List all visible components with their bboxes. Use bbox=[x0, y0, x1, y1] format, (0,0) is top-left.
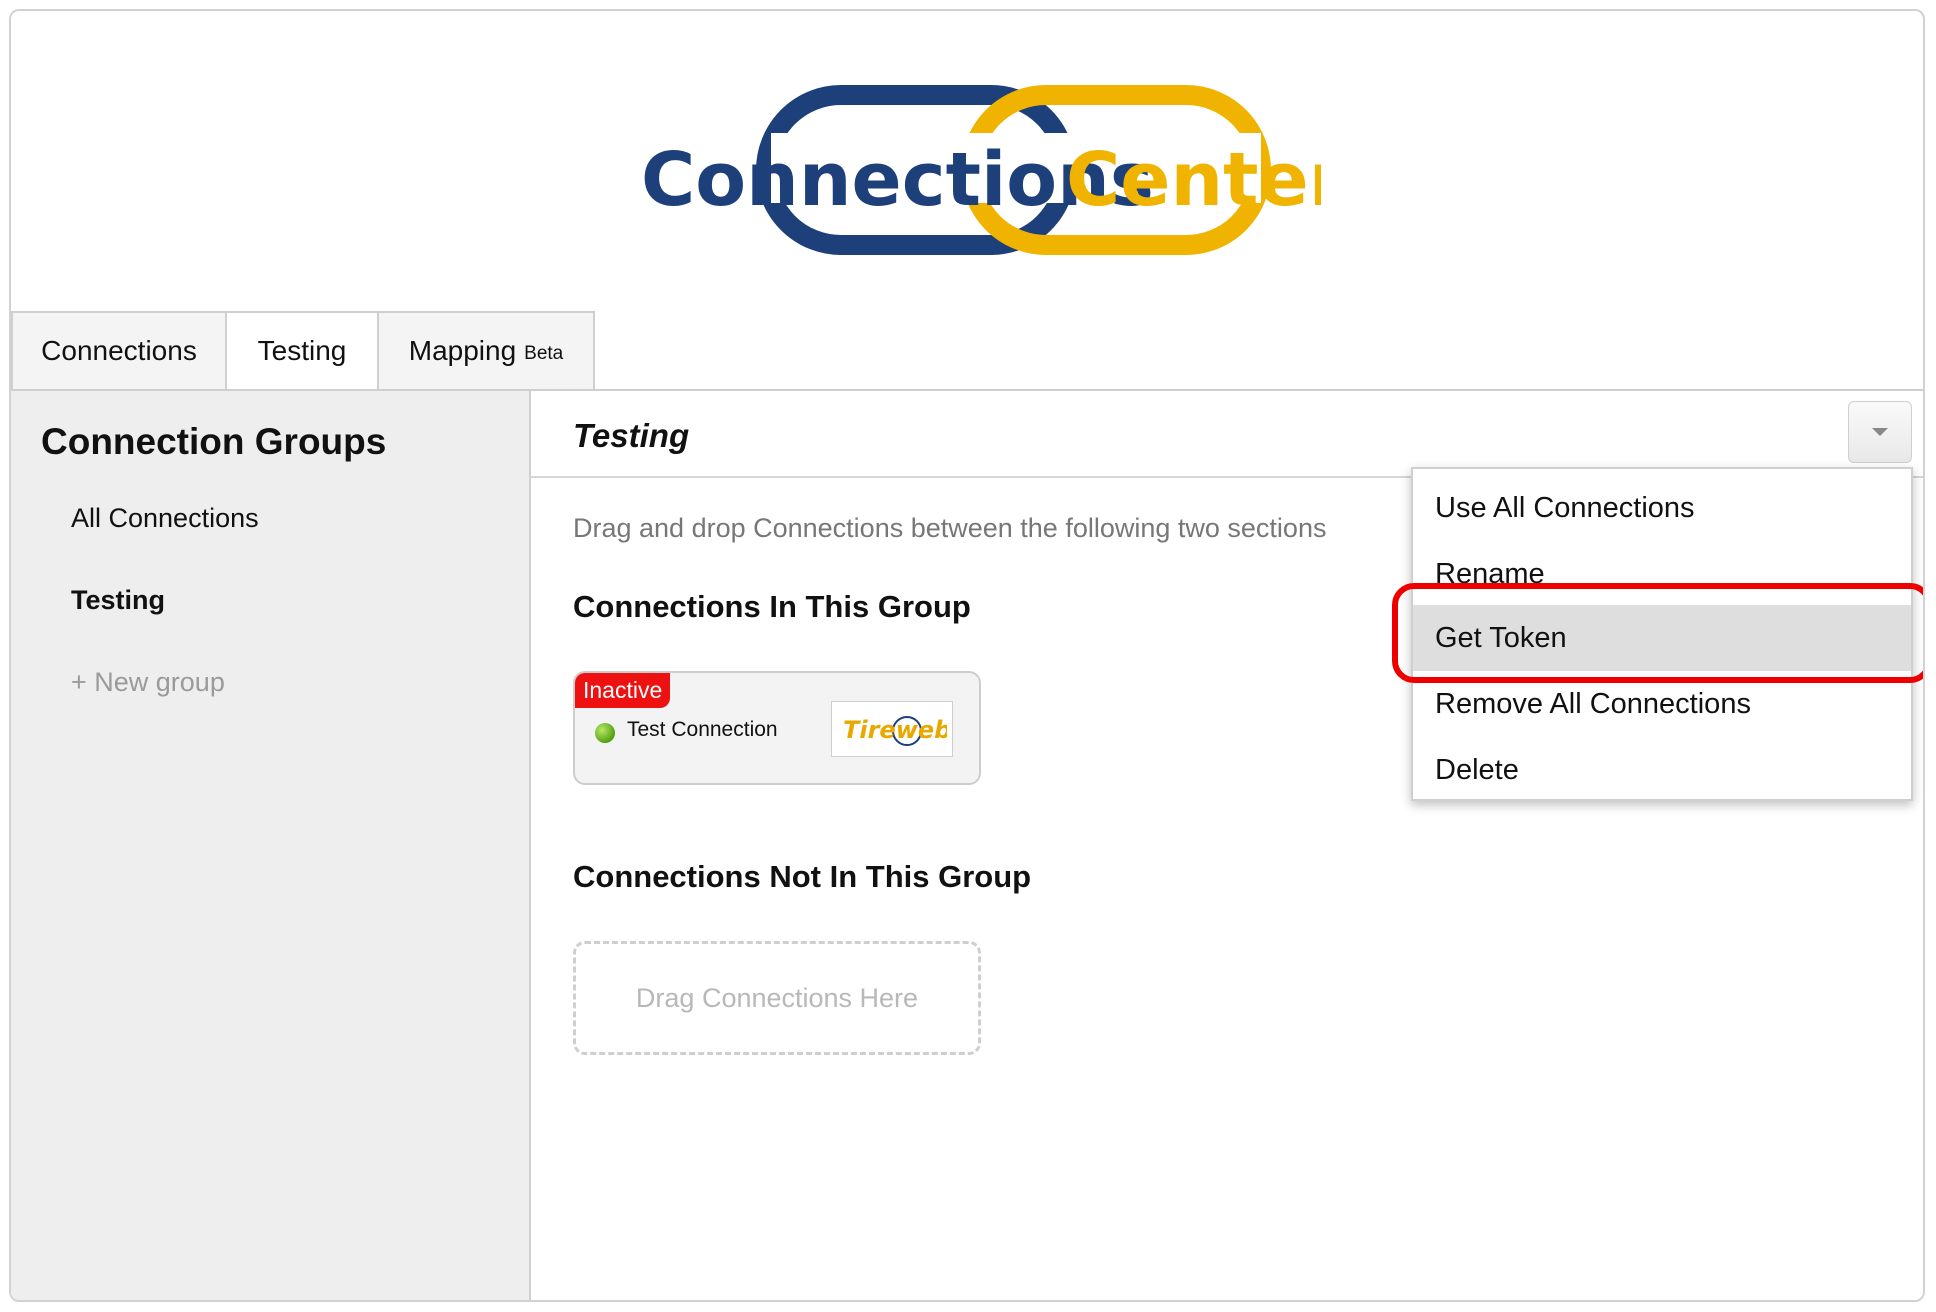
chevron-down-icon bbox=[1872, 428, 1888, 436]
menu-item-rename[interactable]: Rename bbox=[1413, 543, 1911, 605]
connection-card[interactable]: Inactive Test Connection Tireweb bbox=[573, 671, 981, 785]
group-title: Testing bbox=[573, 417, 690, 454]
connection-name: Test Connection bbox=[627, 718, 778, 741]
status-badge: Inactive bbox=[575, 673, 671, 708]
not-in-group-heading: Connections Not In This Group bbox=[573, 859, 1032, 894]
group-options-menu: Use All Connections Rename Get Token Rem… bbox=[1411, 467, 1913, 801]
drag-hint: Drag and drop Connections between the fo… bbox=[573, 513, 1327, 543]
group-options-dropdown-button[interactable] bbox=[1848, 401, 1912, 463]
sidebar-item-all-connections[interactable]: All Connections bbox=[71, 503, 259, 534]
new-group-link[interactable]: + New group bbox=[71, 667, 225, 698]
menu-item-remove-all-connections[interactable]: Remove All Connections bbox=[1413, 673, 1911, 735]
sidebar: Connection Groups All Connections Testin… bbox=[11, 391, 531, 1300]
main-tabs: Connections Testing Mapping Beta bbox=[11, 311, 595, 391]
sidebar-item-testing[interactable]: Testing bbox=[71, 585, 165, 616]
tab-mapping[interactable]: Mapping Beta bbox=[377, 311, 595, 389]
tab-testing[interactable]: Testing bbox=[225, 311, 379, 389]
connections-center-logo: Connections Center bbox=[641, 83, 1346, 263]
beta-badge: Beta bbox=[524, 343, 564, 364]
menu-item-get-token[interactable]: Get Token bbox=[1413, 605, 1911, 671]
menu-item-use-all-connections[interactable]: Use All Connections bbox=[1413, 477, 1911, 539]
in-group-heading: Connections In This Group bbox=[573, 589, 971, 624]
status-dot-icon bbox=[595, 723, 615, 743]
menu-item-delete[interactable]: Delete bbox=[1413, 739, 1911, 801]
svg-text:Tireweb: Tireweb bbox=[843, 716, 947, 744]
svg-text:Center: Center bbox=[1066, 137, 1321, 223]
tab-connections[interactable]: Connections bbox=[11, 311, 227, 389]
sidebar-heading: Connection Groups bbox=[41, 421, 387, 462]
app-frame: Connections Center Connections Testing M… bbox=[9, 9, 1925, 1302]
drop-zone[interactable]: Drag Connections Here bbox=[573, 941, 981, 1055]
tireweb-logo: Tireweb bbox=[831, 701, 953, 757]
